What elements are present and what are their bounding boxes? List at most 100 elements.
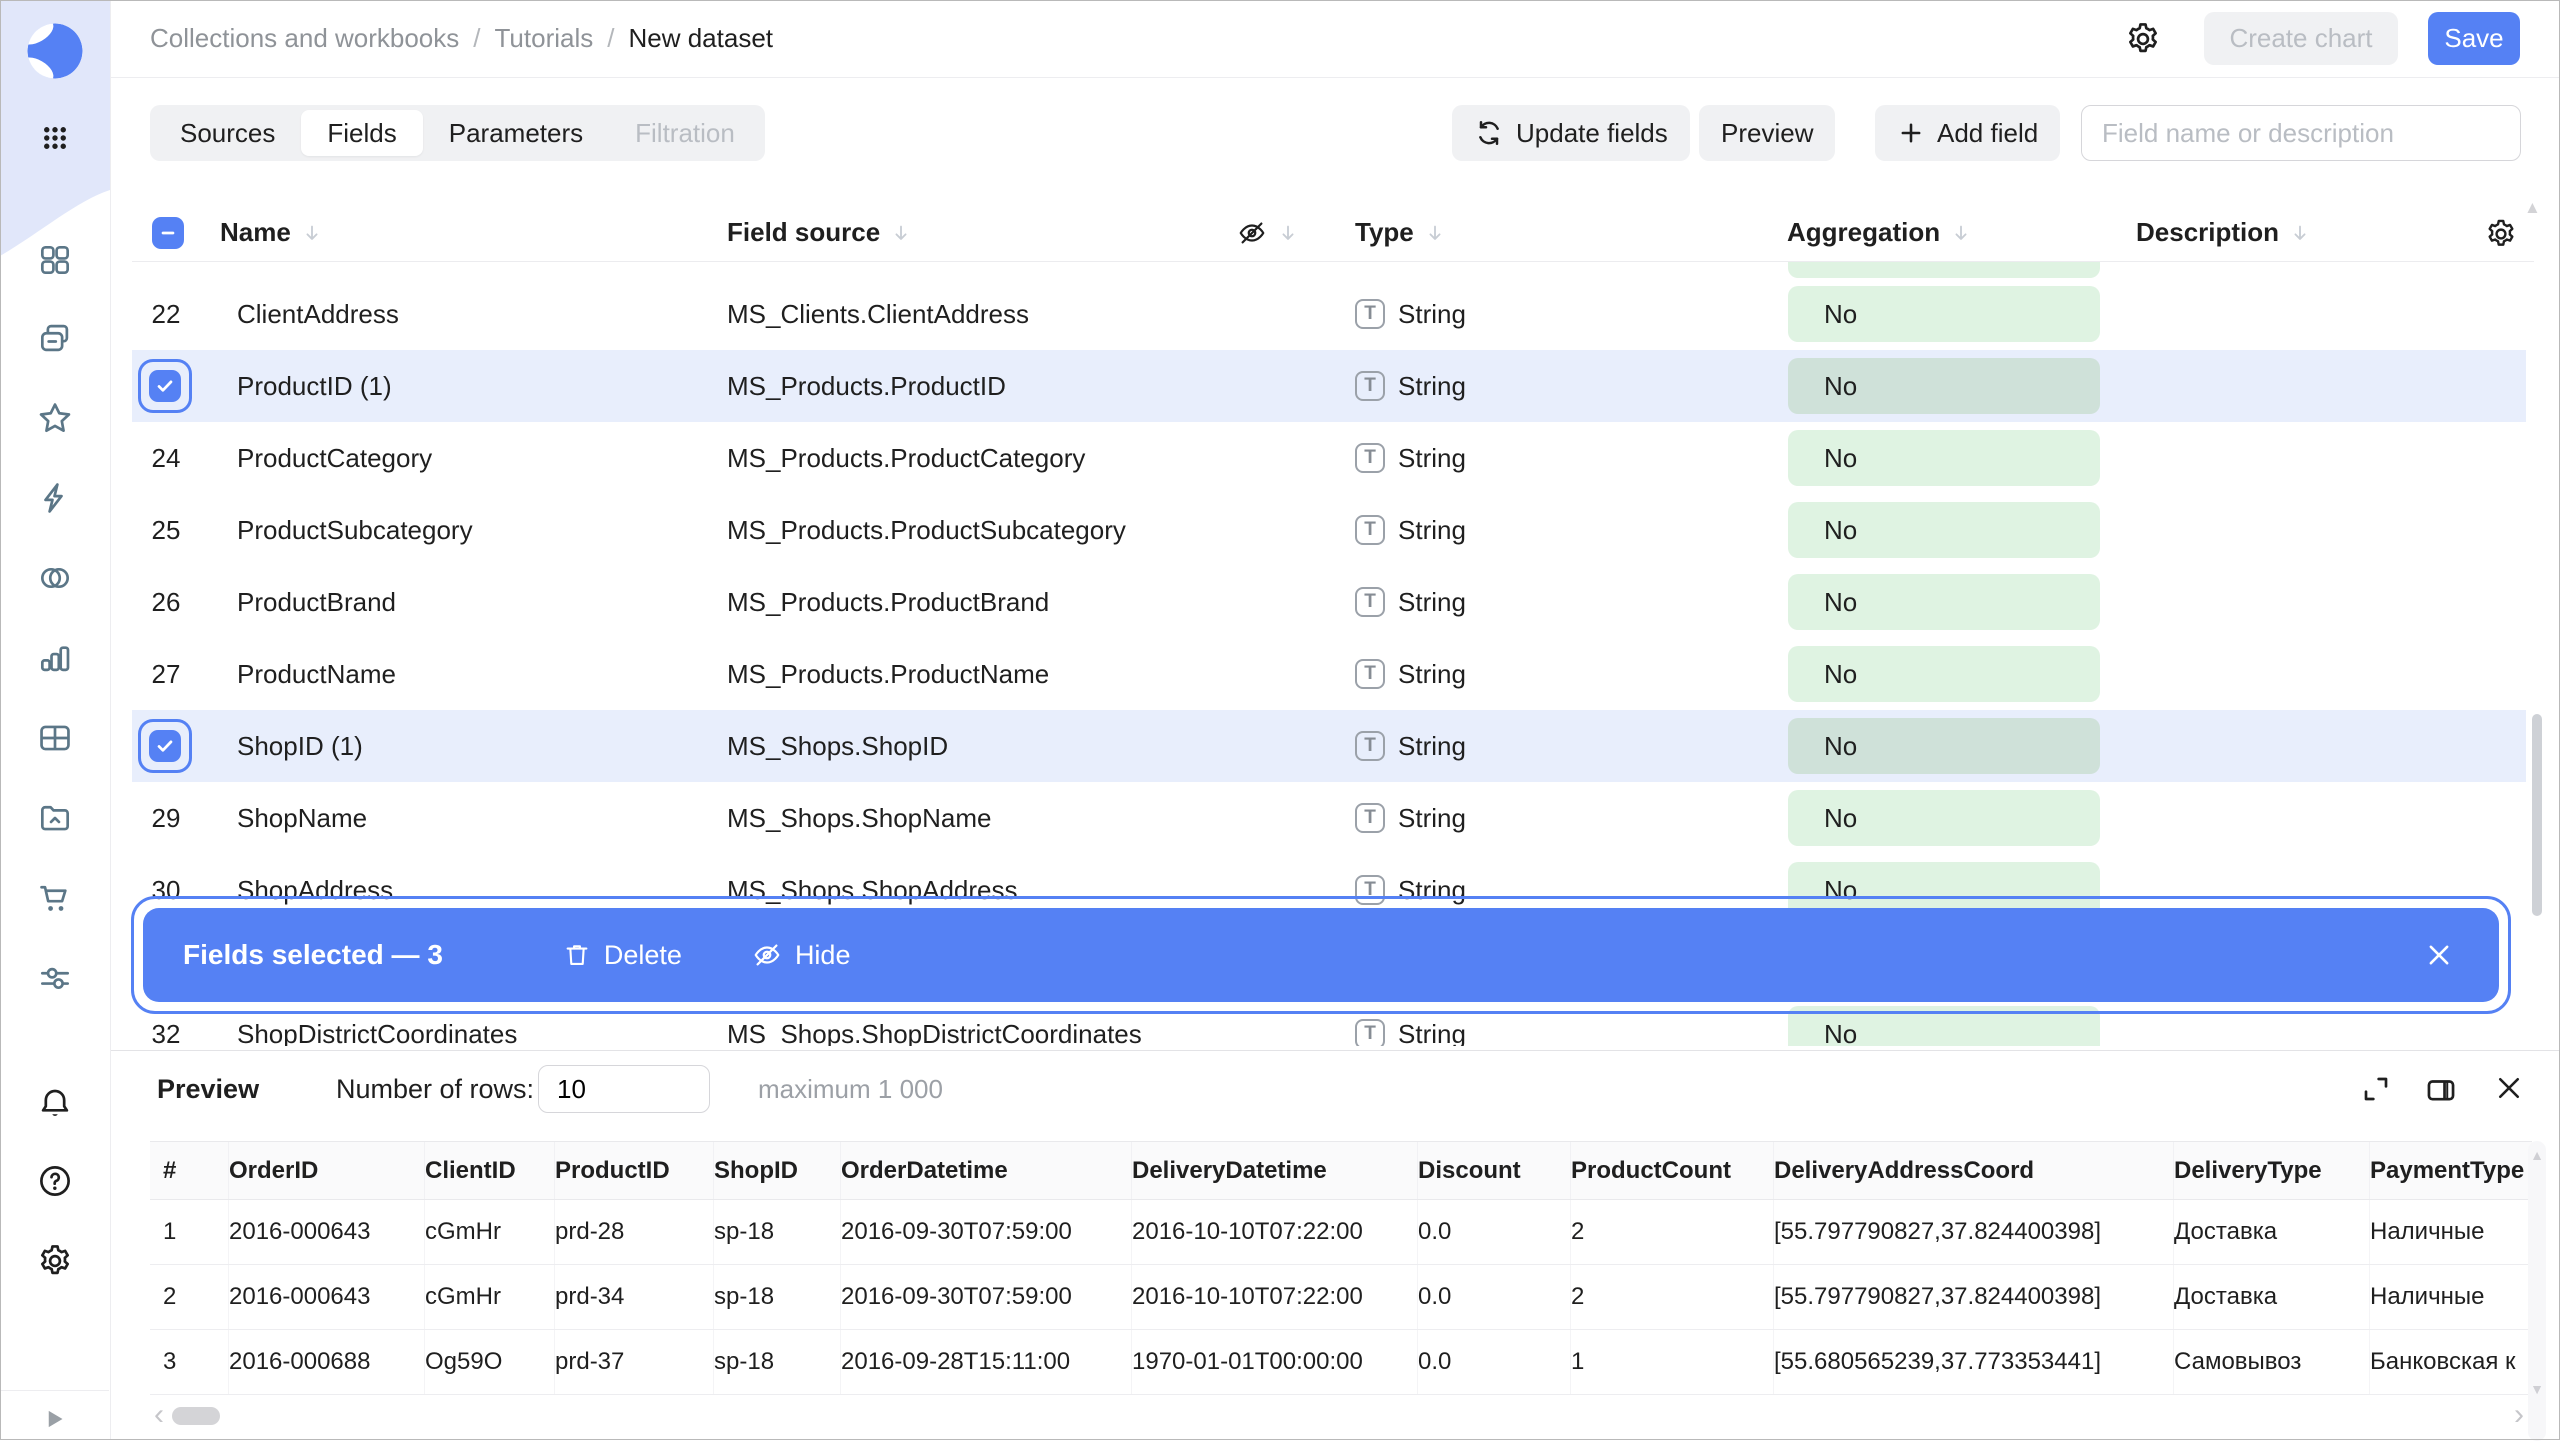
apps-grid-icon[interactable] — [37, 120, 73, 156]
field-name[interactable]: ProductSubcategory — [237, 494, 473, 566]
preview-cell: Самовывоз — [2174, 1330, 2370, 1394]
vertical-scrollbar-thumb[interactable] — [2532, 714, 2542, 916]
column-settings-gear-icon[interactable] — [2484, 217, 2518, 251]
row-number[interactable]: 27 — [142, 638, 190, 710]
scroll-up-arrow[interactable]: ▲ — [2524, 198, 2541, 218]
preview-title: Preview — [157, 1051, 259, 1128]
datasets-table-icon[interactable] — [36, 719, 74, 757]
help-icon[interactable] — [36, 1162, 74, 1200]
row-number[interactable]: 24 — [142, 422, 190, 494]
rows-count-label: Number of rows: — [336, 1051, 534, 1128]
field-source[interactable]: MS_Products.ProductName — [727, 638, 1049, 710]
connections-icon[interactable] — [36, 559, 74, 597]
close-preview-icon[interactable] — [2494, 1073, 2524, 1103]
tab-parameters[interactable]: Parameters — [423, 110, 609, 156]
field-type[interactable]: TString — [1355, 566, 1466, 638]
preview-column-header: DeliveryType — [2174, 1142, 2370, 1199]
field-source[interactable]: MS_Shops.ShopID — [727, 710, 948, 782]
field-source[interactable]: MS_Products.ProductBrand — [727, 566, 1049, 638]
datalens-logo-icon[interactable] — [26, 22, 84, 80]
breadcrumb-item[interactable]: Collections and workbooks — [150, 23, 459, 53]
field-row: 26 ProductBrand MS_Products.ProductBrand TS… — [132, 566, 2526, 638]
field-type[interactable]: TString — [1355, 350, 1466, 422]
row-number[interactable]: 26 — [142, 566, 190, 638]
services-sliders-icon[interactable] — [36, 959, 74, 997]
field-name[interactable]: ProductID (1) — [237, 350, 392, 422]
settings-gear-icon[interactable] — [36, 1242, 74, 1280]
preview-scroll-down-arrow[interactable]: ▼ — [2530, 1381, 2544, 1397]
rows-count-input[interactable] — [538, 1065, 710, 1113]
field-search-input[interactable] — [2081, 105, 2521, 161]
field-source[interactable]: MS_Shops.ShopName — [727, 782, 991, 854]
field-source[interactable]: MS_Products.ProductSubcategory — [727, 494, 1126, 566]
column-header-type[interactable]: Type — [1355, 204, 1446, 261]
field-name[interactable]: ClientAddress — [237, 278, 399, 350]
scroll-left-arrow[interactable]: ‹ — [154, 1401, 164, 1431]
quick-actions-bolt-icon[interactable] — [36, 479, 74, 517]
field-source[interactable]: MS_Products.ProductCategory — [727, 422, 1085, 494]
column-header-name[interactable]: Name — [220, 204, 323, 261]
column-header-field-source[interactable]: Field source — [727, 204, 912, 261]
horizontal-scrollbar-thumb[interactable] — [172, 1407, 220, 1425]
tab-fields[interactable]: Fields — [301, 110, 422, 156]
breadcrumb-item[interactable]: Tutorials — [495, 23, 594, 53]
aggregation-select[interactable]: No — [1788, 718, 2100, 774]
add-field-button[interactable]: Add field — [1875, 105, 2060, 161]
preview-cell: 0.0 — [1418, 1200, 1571, 1264]
field-name[interactable]: ShopID (1) — [237, 710, 363, 782]
update-fields-button[interactable]: Update fields — [1452, 105, 1690, 161]
field-type[interactable]: TString — [1355, 422, 1466, 494]
field-type[interactable]: TString — [1355, 710, 1466, 782]
preview-cell: 1 — [163, 1200, 229, 1264]
split-panel-icon[interactable] — [2424, 1073, 2458, 1107]
favorites-star-icon[interactable] — [36, 399, 74, 437]
field-name[interactable]: ShopName — [237, 782, 367, 854]
aggregation-select[interactable]: No — [1788, 286, 2100, 342]
select-all-checkbox[interactable] — [152, 217, 184, 249]
collections-icon[interactable] — [36, 319, 74, 357]
marketplace-cart-icon[interactable] — [36, 879, 74, 917]
row-number[interactable]: 29 — [142, 782, 190, 854]
field-source[interactable]: MS_Products.ProductID — [727, 350, 1006, 422]
field-name[interactable]: ProductBrand — [237, 566, 396, 638]
column-header-description[interactable]: Description — [2136, 204, 2311, 261]
save-button[interactable]: Save — [2428, 12, 2520, 65]
column-header-hidden[interactable] — [1237, 204, 1299, 261]
notifications-bell-icon[interactable] — [36, 1085, 74, 1123]
aggregation-select[interactable]: No — [1788, 646, 2100, 702]
aggregation-select[interactable]: No — [1788, 502, 2100, 558]
dashboards-icon[interactable] — [36, 241, 74, 279]
preview-button[interactable]: Preview — [1699, 105, 1835, 161]
delete-selected-button[interactable]: Delete — [563, 940, 682, 971]
field-type[interactable]: TString — [1355, 494, 1466, 566]
row-number[interactable]: 22 — [142, 278, 190, 350]
storage-folder-icon[interactable] — [36, 799, 74, 837]
create-chart-button[interactable]: Create chart — [2204, 12, 2398, 65]
tab-sources[interactable]: Sources — [154, 110, 301, 156]
preview-cell: 2 — [163, 1265, 229, 1329]
preview-horizontal-scrollbar[interactable]: ‹ › — [154, 1401, 2524, 1431]
aggregation-select[interactable]: No — [1788, 358, 2100, 414]
maximize-preview-icon[interactable] — [2360, 1073, 2392, 1105]
column-header-aggregation[interactable]: Aggregation — [1787, 204, 1972, 261]
row-checkbox[interactable] — [138, 719, 192, 773]
aggregation-select[interactable]: No — [1788, 430, 2100, 486]
expand-sidebar-icon[interactable] — [40, 1404, 70, 1434]
scroll-right-arrow[interactable]: › — [2514, 1401, 2524, 1431]
preview-cell: 2016-000688 — [229, 1330, 425, 1394]
dataset-settings-gear-icon[interactable] — [2124, 20, 2162, 58]
field-name[interactable]: ProductName — [237, 638, 396, 710]
hide-selected-button[interactable]: Hide — [752, 940, 851, 971]
field-name[interactable]: ProductCategory — [237, 422, 432, 494]
aggregation-select[interactable]: No — [1788, 790, 2100, 846]
field-source[interactable]: MS_Clients.ClientAddress — [727, 278, 1029, 350]
row-number[interactable]: 25 — [142, 494, 190, 566]
field-type[interactable]: TString — [1355, 782, 1466, 854]
charts-icon[interactable] — [36, 639, 74, 677]
row-checkbox[interactable] — [138, 359, 192, 413]
aggregation-select[interactable]: No — [1788, 574, 2100, 630]
field-type[interactable]: TString — [1355, 278, 1466, 350]
close-selection-bar-icon[interactable] — [2425, 941, 2453, 969]
preview-scroll-up-arrow[interactable]: ▲ — [2530, 1147, 2544, 1163]
field-type[interactable]: TString — [1355, 638, 1466, 710]
